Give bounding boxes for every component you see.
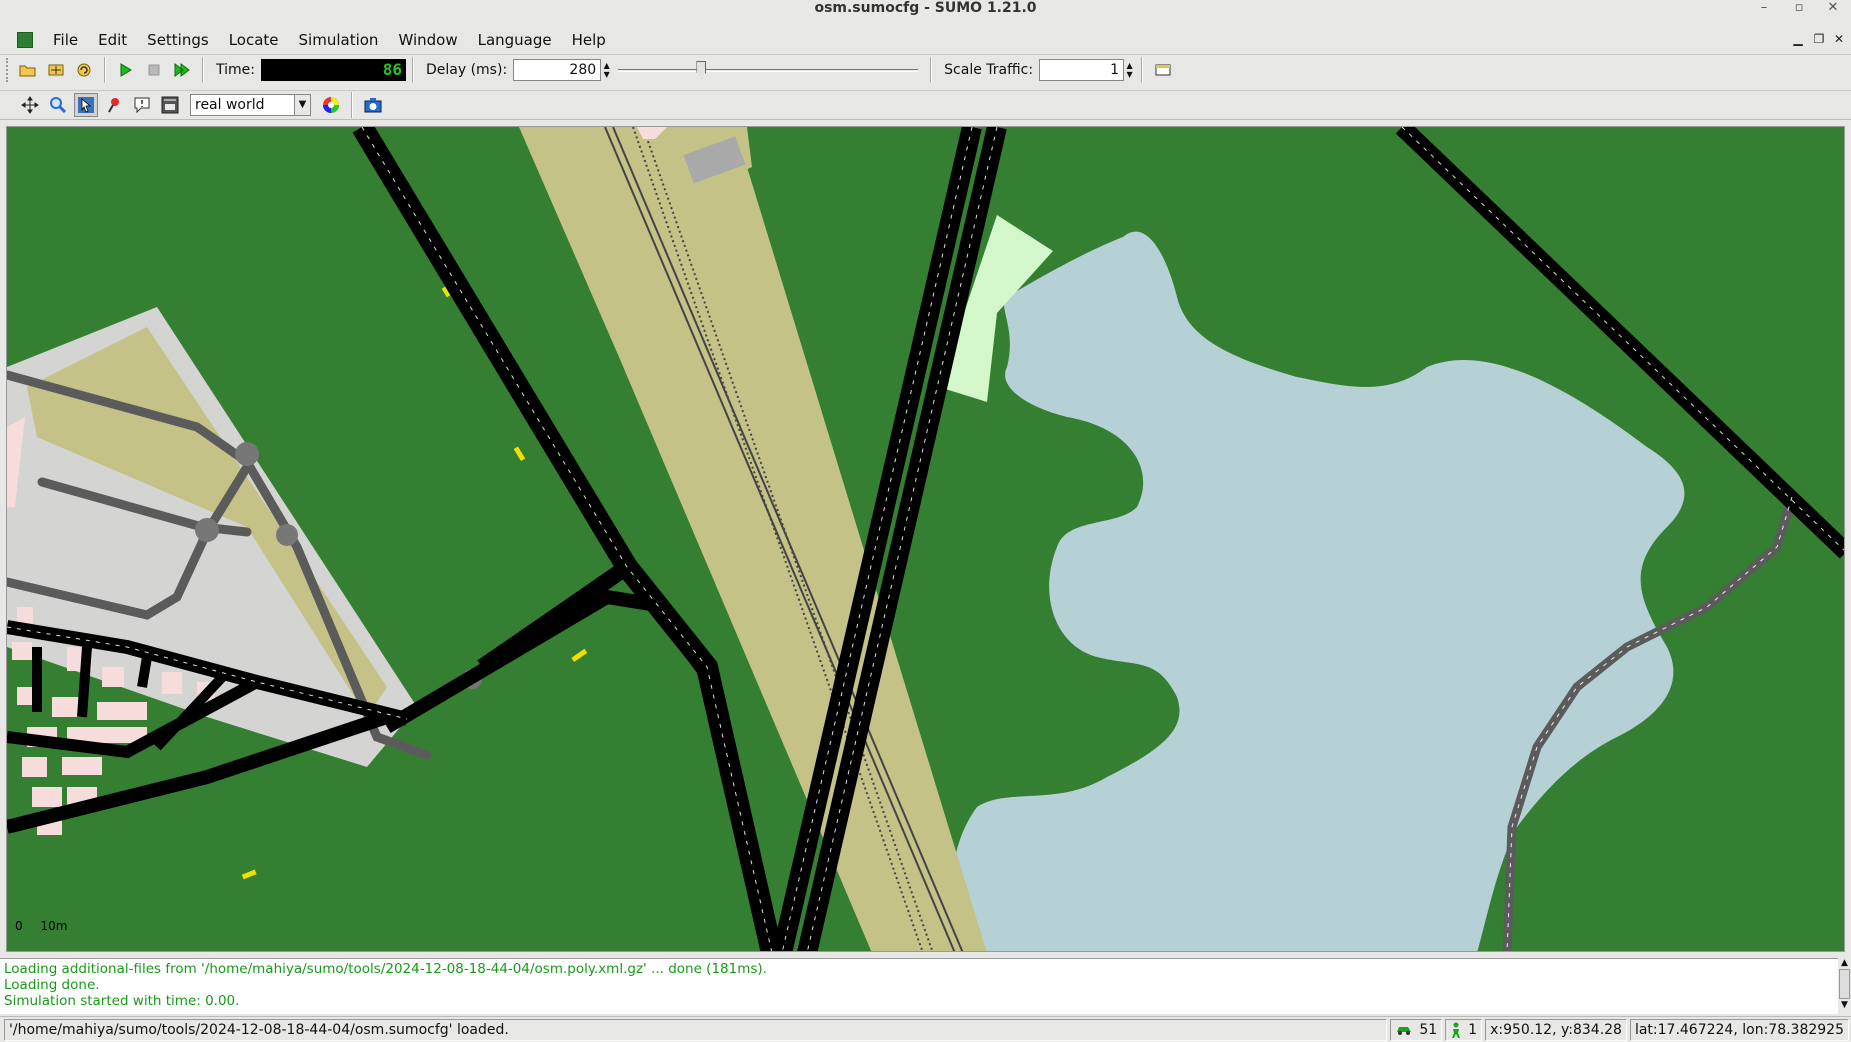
map-viewport[interactable]: 0 10m <box>6 126 1845 952</box>
visualization-scheme-value: real world <box>195 97 265 113</box>
message-log: Loading additional-files from '/home/mah… <box>0 958 1839 1014</box>
scroll-down-icon[interactable]: ▼ <box>1838 1000 1851 1010</box>
menubar: File Edit Settings Locate Simulation Win… <box>0 28 1851 52</box>
view-toolbar: real world ▼ <box>0 90 1851 120</box>
log-line: Simulation started with time: 0.00. <box>4 993 240 1009</box>
scale-traffic-spinner-arrows[interactable]: ▲ ▼ <box>1124 59 1135 81</box>
mdi-restore-button[interactable]: ❐ <box>1809 30 1829 48</box>
person-count-box: 1 <box>1445 1018 1483 1041</box>
car-icon <box>1397 1026 1412 1035</box>
mdi-minimize-button[interactable]: ▁ <box>1788 30 1808 48</box>
delay-slider-thumb[interactable] <box>696 60 707 79</box>
color-wheel-icon[interactable] <box>319 93 343 117</box>
visualization-scheme-select[interactable]: real world ▼ <box>190 94 311 116</box>
log-line: Loading done. <box>4 977 100 993</box>
maximize-window-button[interactable]: ▫ <box>1790 0 1808 16</box>
window-title: osm.sumocfg - SUMO 1.21.0 <box>814 0 1037 16</box>
person-icon <box>1452 1022 1461 1038</box>
log-scrollbar[interactable]: ▲ ▼ <box>1838 958 1851 1014</box>
delay-spinner-arrows[interactable]: ▲ ▼ <box>601 59 612 81</box>
vehicle-count-box: 51 <box>1390 1018 1443 1041</box>
sumo-app-icon <box>17 32 33 48</box>
menu-edit[interactable]: Edit <box>88 28 137 52</box>
window-titlebar: osm.sumocfg - SUMO 1.21.0 <box>0 0 1851 16</box>
reload-icon[interactable] <box>72 58 96 82</box>
mdi-close-button[interactable]: ✕ <box>1829 30 1849 48</box>
locate-vehicle-icon[interactable] <box>102 93 126 117</box>
scale-traffic-spinner[interactable]: 1 <box>1039 58 1125 81</box>
scroll-thumb[interactable] <box>1839 969 1850 999</box>
statusbar: '/home/mahiya/sumo/tools/2024-12-08-18-4… <box>0 1016 1851 1042</box>
toolbar-grip[interactable] <box>6 57 10 82</box>
cursor-latlon: lat:17.467224, lon:78.382925 <box>1629 1018 1849 1041</box>
person-count: 1 <box>1468 1021 1478 1038</box>
scale-traffic-value: 1 <box>1110 61 1120 78</box>
minimize-window-button[interactable]: – <box>1755 0 1773 16</box>
scale-zero-label: 0 <box>15 919 23 933</box>
edit-visualization-icon[interactable] <box>158 93 182 117</box>
scale-traffic-label: Scale Traffic: <box>944 61 1034 78</box>
cursor-coordinates: x:950.12, y:834.28 <box>1485 1018 1627 1041</box>
zoom-icon[interactable] <box>46 93 70 117</box>
menu-window[interactable]: Window <box>388 28 467 52</box>
delay-value: 280 <box>569 61 597 78</box>
menu-locate[interactable]: Locate <box>219 28 289 52</box>
menu-simulation[interactable]: Simulation <box>289 28 389 52</box>
scale-label: 10m <box>40 919 68 933</box>
time-label: Time: <box>216 61 255 78</box>
time-display: 86 <box>260 58 406 81</box>
menu-file[interactable]: File <box>43 28 88 52</box>
open-config-icon[interactable] <box>16 58 40 82</box>
run-simulation-icon[interactable] <box>114 58 138 82</box>
main-toolbar: Time: 86 Delay (ms): 280 ▲ ▼ Scale Traffi… <box>0 54 1851 84</box>
map-scale-bar: 0 10m <box>15 919 67 933</box>
delay-slider[interactable] <box>618 59 919 81</box>
new-view-icon[interactable] <box>1151 58 1175 82</box>
toggle-tooltips-icon[interactable] <box>130 93 154 117</box>
open-network-icon[interactable] <box>44 58 68 82</box>
status-message: '/home/mahiya/sumo/tools/2024-12-08-18-4… <box>4 1018 1388 1041</box>
delay-label: Delay (ms): <box>425 61 508 78</box>
vehicle-count: 51 <box>1419 1021 1438 1038</box>
network-map[interactable] <box>7 127 1845 952</box>
recenter-view-icon[interactable] <box>18 93 42 117</box>
close-window-button[interactable]: ✕ <box>1824 0 1842 16</box>
log-line: Loading additional-files from '/home/mah… <box>4 961 767 977</box>
screenshot-icon[interactable] <box>361 93 385 117</box>
menu-help[interactable]: Help <box>562 28 616 52</box>
chevron-down-icon[interactable]: ▼ <box>294 95 310 115</box>
step-simulation-icon[interactable] <box>170 58 194 82</box>
scroll-up-icon[interactable]: ▲ <box>1838 958 1851 968</box>
stop-simulation-icon[interactable] <box>142 58 166 82</box>
menu-language[interactable]: Language <box>468 28 562 52</box>
delay-spinner[interactable]: 280 <box>513 58 602 81</box>
locate-junction-icon[interactable] <box>74 93 98 117</box>
menu-settings[interactable]: Settings <box>137 28 219 52</box>
